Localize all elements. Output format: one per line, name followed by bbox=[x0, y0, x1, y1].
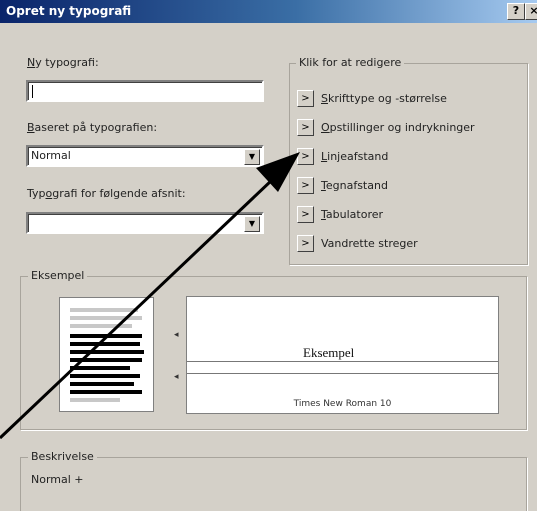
new-style-label: Ny typografi: bbox=[27, 56, 99, 69]
chevron-right-icon[interactable]: > bbox=[297, 177, 314, 194]
preview-font-info: Times New Roman 10 bbox=[293, 399, 392, 409]
baseline-rule bbox=[187, 361, 498, 362]
preview-line bbox=[70, 358, 142, 362]
preview-line bbox=[70, 382, 134, 386]
description-group-title: Beskrivelse bbox=[28, 450, 97, 463]
preview-line bbox=[70, 308, 138, 312]
baseline-rule bbox=[187, 373, 498, 374]
preview-line bbox=[70, 374, 140, 378]
based-on-label: Baseret på typografien: bbox=[27, 121, 158, 134]
chevron-right-icon[interactable]: > bbox=[297, 235, 314, 252]
preview-line bbox=[70, 316, 142, 320]
preview-line bbox=[70, 350, 144, 354]
preview-line bbox=[70, 366, 130, 370]
preview-line bbox=[70, 324, 132, 328]
based-on-select[interactable]: Normal ▼ bbox=[26, 145, 264, 167]
dropdown-arrow-icon[interactable]: ▼ bbox=[244, 149, 260, 165]
spacing-marker-icon: ◂ bbox=[174, 330, 179, 340]
character-preview: Eksempel Times New Roman 10 bbox=[186, 296, 499, 414]
description-group-box bbox=[20, 457, 527, 511]
help-button[interactable]: ? bbox=[507, 3, 525, 20]
paragraph-preview bbox=[59, 297, 154, 412]
preview-line bbox=[70, 334, 142, 338]
description-text: Normal + bbox=[31, 473, 84, 486]
edit-group-title: Klik for at redigere bbox=[296, 56, 405, 69]
close-button[interactable]: × bbox=[525, 3, 537, 20]
text-caret bbox=[32, 85, 33, 98]
dropdown-arrow-icon[interactable]: ▼ bbox=[244, 216, 260, 232]
preview-line bbox=[70, 398, 120, 402]
chevron-right-icon[interactable]: > bbox=[297, 206, 314, 223]
chevron-right-icon[interactable]: > bbox=[297, 148, 314, 165]
spacing-marker-icon: ◂ bbox=[174, 372, 179, 382]
next-style-select[interactable]: ▼ bbox=[26, 212, 264, 234]
chevron-right-icon[interactable]: > bbox=[297, 90, 314, 107]
create-style-dialog: Opret ny typografi ? × Ny typografi: Bas… bbox=[0, 0, 537, 511]
preview-sample-text: Eksempel bbox=[301, 345, 357, 361]
preview-line bbox=[70, 342, 140, 346]
preview-line bbox=[70, 390, 142, 394]
new-style-input[interactable] bbox=[26, 80, 264, 102]
example-group-title: Eksempel bbox=[28, 269, 88, 282]
title-bar[interactable]: Opret ny typografi ? × bbox=[0, 0, 537, 23]
based-on-value: Normal bbox=[31, 149, 71, 162]
window-title: Opret ny typografi bbox=[6, 4, 132, 18]
next-style-label: Typografi for følgende afsnit: bbox=[27, 187, 186, 200]
chevron-right-icon[interactable]: > bbox=[297, 119, 314, 136]
